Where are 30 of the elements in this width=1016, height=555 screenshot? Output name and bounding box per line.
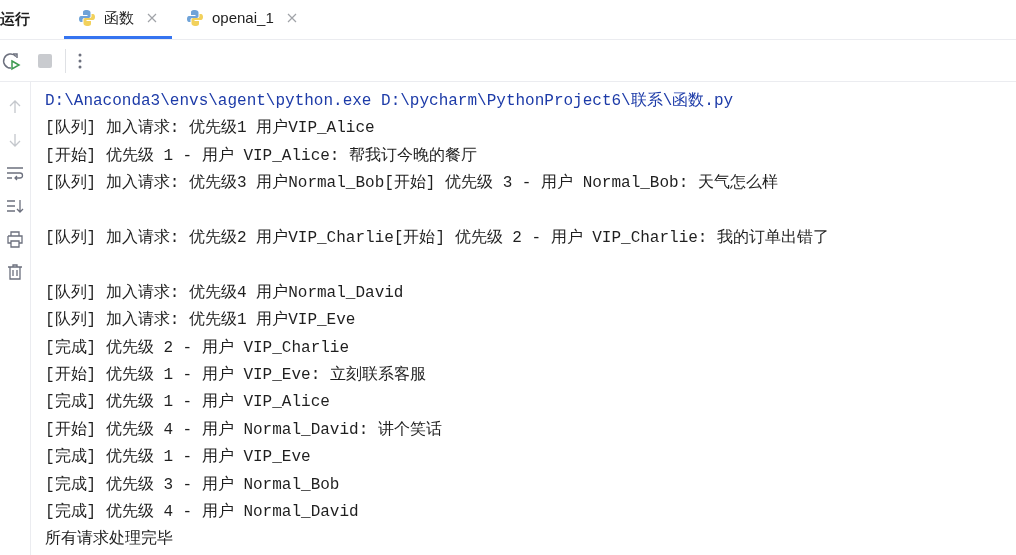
close-icon[interactable] xyxy=(146,12,158,24)
trash-icon[interactable] xyxy=(6,263,24,281)
more-icon[interactable] xyxy=(78,52,82,69)
output-line: [队列] 加入请求: 优先级1 用户VIP_Eve xyxy=(45,309,357,332)
tab[interactable]: openai_1 xyxy=(172,0,312,39)
output-line: [队列] 加入请求: 优先级3 用户Normal_Bob[开始] 优先级 3 - 用户 Normal_Bob: 天气怎么样 xyxy=(45,172,779,195)
rerun-icon[interactable] xyxy=(1,50,21,71)
output-line: [完成] 优先级 2 - 用户 VIP_Charlie xyxy=(45,337,351,359)
output-line: [开始] 优先级 4 - 用户 Normal_David: 讲个笑话 xyxy=(45,419,443,441)
close-icon[interactable] xyxy=(285,12,298,24)
print-icon[interactable] xyxy=(6,230,24,248)
python-icon xyxy=(78,9,96,27)
output-line: [完成] 优先级 4 - 用户 Normal_David xyxy=(45,501,360,524)
output-line: [完成] 优先级 1 - 用户 VIP_Alice xyxy=(45,391,331,414)
output-line: [开始] 优先级 1 - 用户 VIP_Alice: 帮我订今晚的餐厅 xyxy=(45,145,479,167)
soft-wrap-icon[interactable] xyxy=(6,164,24,182)
output-line: [完成] 优先级 3 - 用户 Normal_Bob xyxy=(45,474,341,496)
output-line: [队列] 加入请求: 优先级2 用户VIP_Charlie[开始] 优先级 2 - 用户 VIP_Charlie: 我的订单出错了 xyxy=(45,227,831,249)
python-icon xyxy=(186,9,204,27)
output-line: [队列] 加入请求: 优先级1 用户VIP_Alice xyxy=(45,117,376,140)
output-line: [队列] 加入请求: 优先级4 用户Normal_David xyxy=(45,282,405,304)
tab-label: 函数 xyxy=(104,7,134,28)
output-line: [完成] 优先级 1 - 用户 VIP_Eve xyxy=(45,446,312,469)
command-line: D:\Anaconda3\envs\agent\python.exe D:\pycharm\PythonProject6\联系\函数.py xyxy=(45,90,735,112)
tab-label: openai_1 xyxy=(212,7,274,28)
output-line: 所有请求处理完毕 xyxy=(45,528,174,551)
tool-window-title: 运行 xyxy=(0,9,31,30)
scroll-to-end-icon[interactable] xyxy=(6,197,24,215)
output-line: [开始] 优先级 1 - 用户 VIP_Eve: 立刻联系客服 xyxy=(45,364,427,387)
tab[interactable]: 函数 xyxy=(64,0,172,39)
